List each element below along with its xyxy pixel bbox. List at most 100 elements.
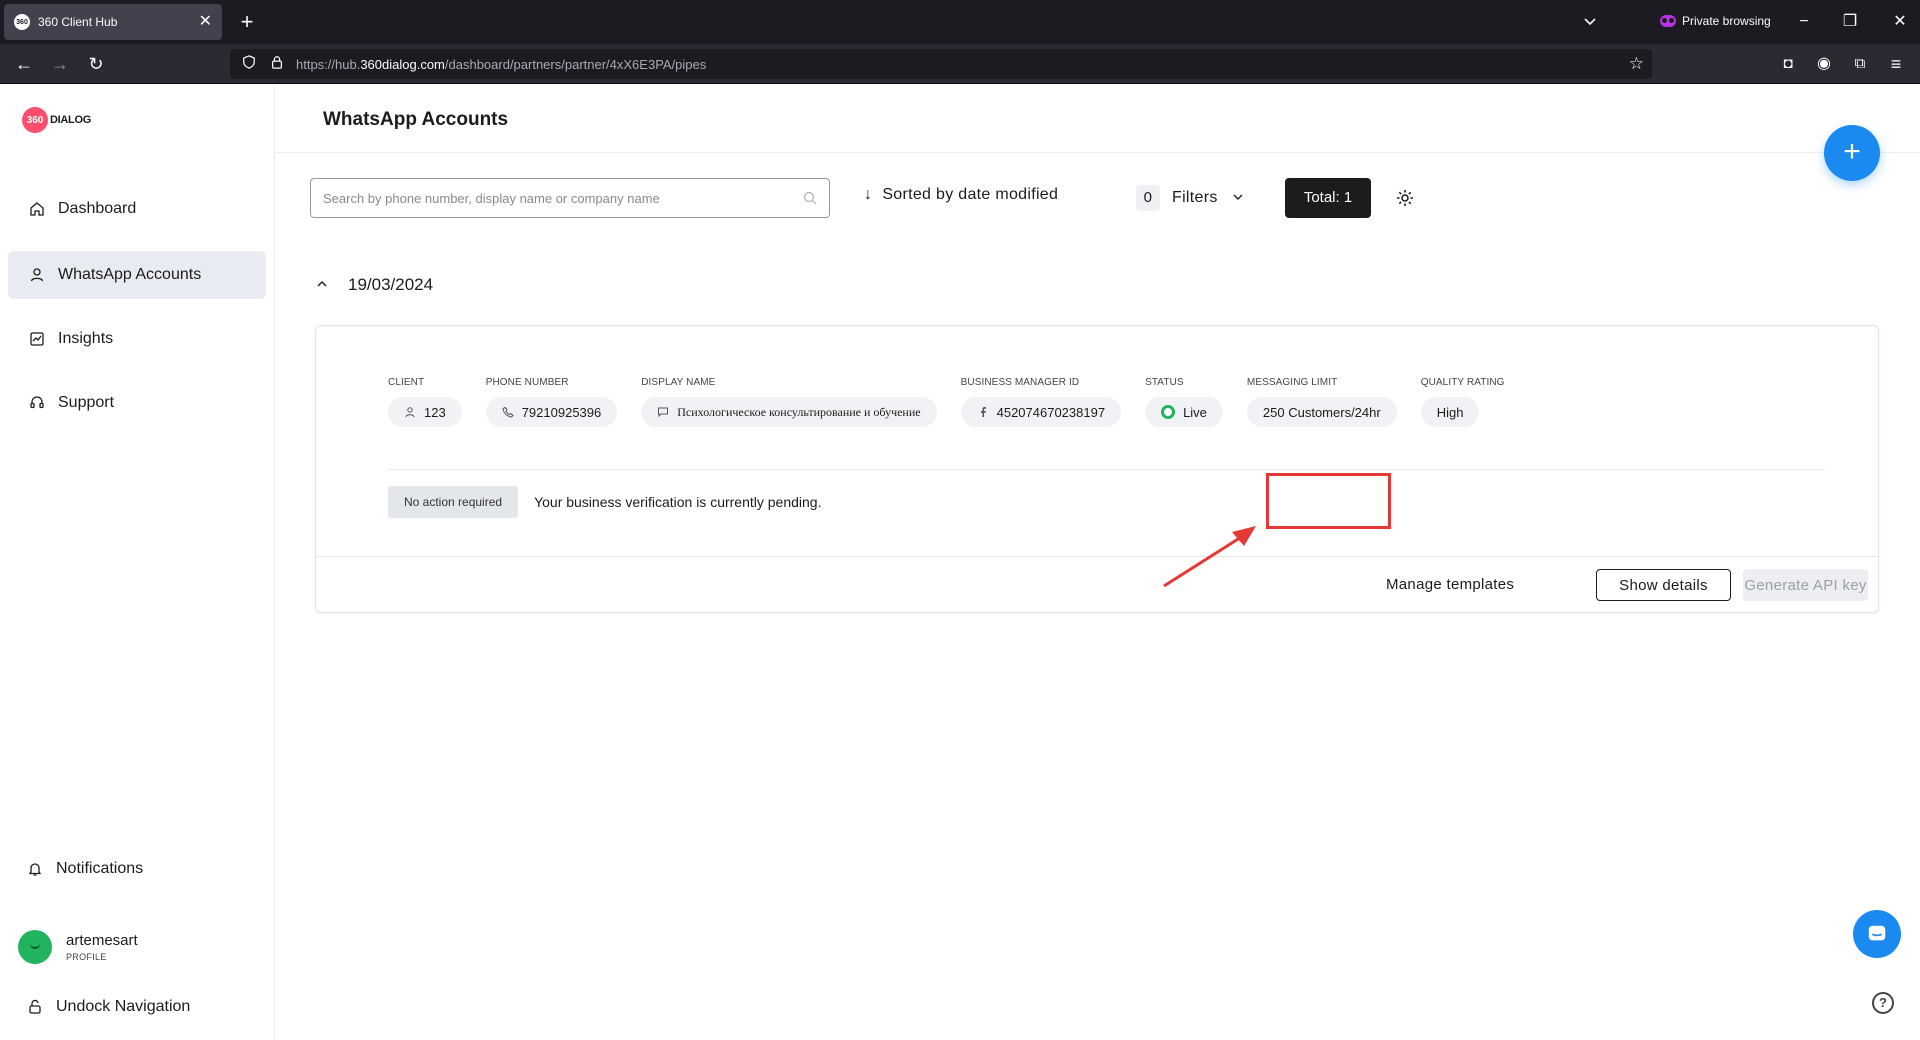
generate-api-key-button[interactable]: Generate API key (1743, 569, 1868, 601)
field-label: DISPLAY NAME (641, 377, 716, 388)
message-icon (657, 406, 669, 418)
lock-icon[interactable] (270, 55, 284, 74)
sidebar-item-insights[interactable]: Insights (8, 315, 266, 363)
business-manager-value: 452074670238197 (996, 404, 1106, 420)
main-content: WhatsApp Accounts + ↓ Sorted by date mod… (276, 85, 1920, 1040)
browser-nav-bar: ← → ↻ https://hub.360dialog.com/dashboar… (0, 44, 1920, 84)
field-business-manager-id: BUSINESS MANAGER ID 452074670238197 (960, 377, 1122, 427)
field-phone: PHONE NUMBER 79210925396 (485, 377, 618, 427)
filter-count-badge: 0 (1136, 185, 1160, 211)
account-icon[interactable]: ◉ (1812, 52, 1836, 76)
date-group-header[interactable]: 19/03/2024 (316, 275, 433, 295)
phone-value: 79210925396 (521, 404, 602, 420)
browser-tab[interactable]: 360 360 Client Hub ✕ (4, 4, 222, 40)
close-window-button[interactable]: ✕ (1888, 10, 1912, 34)
notifications-label: Notifications (56, 860, 144, 877)
status-badge: Live (1145, 397, 1223, 427)
account-fields: CLIENT 123 PHONE NUMBER 79210925396 DISP… (388, 377, 1529, 427)
undock-navigation-button[interactable]: Undock Navigation (6, 983, 264, 1031)
total-badge: Total: 1 (1285, 178, 1371, 218)
browser-tab-bar: 360 360 Client Hub ✕ + Private browsing … (0, 0, 1920, 44)
private-browsing-indicator: Private browsing (1660, 14, 1771, 28)
private-mask-icon (1660, 15, 1676, 27)
restore-button[interactable]: ❐ (1838, 10, 1862, 34)
page-title: WhatsApp Accounts (323, 109, 509, 130)
url-domain: 360dialog.com (360, 56, 445, 72)
gear-icon[interactable] (1395, 188, 1415, 208)
phone-icon (502, 406, 514, 418)
header-divider (276, 152, 1920, 153)
annotation-arrow-icon (1163, 526, 1256, 588)
date-group-label: 19/03/2024 (348, 275, 434, 294)
favicon-icon: 360 (14, 14, 30, 30)
notifications-button[interactable]: Notifications (6, 845, 264, 893)
logo-text: DIALOG (50, 114, 91, 126)
shield-icon[interactable] (242, 54, 256, 74)
forward-icon[interactable]: → (48, 52, 72, 76)
avatar (18, 930, 52, 964)
profile-sub-label: PROFILE (66, 952, 107, 962)
status-value: Live (1183, 404, 1207, 420)
user-icon (28, 266, 46, 284)
search-input[interactable] (323, 190, 803, 206)
close-tab-icon[interactable]: ✕ (199, 14, 212, 30)
search-box[interactable] (310, 178, 830, 218)
new-tab-button[interactable]: + (234, 9, 260, 35)
phone-chip: 79210925396 (485, 397, 618, 427)
private-browsing-label: Private browsing (1682, 14, 1771, 28)
bookmark-star-icon[interactable]: ☆ (1629, 54, 1644, 74)
show-details-button[interactable]: Show details (1596, 569, 1731, 601)
field-quality-rating: QUALITY RATING High (1420, 377, 1505, 427)
add-account-button[interactable]: + (1824, 125, 1880, 181)
card-footer-divider (316, 556, 1878, 557)
reload-icon[interactable]: ↻ (84, 52, 108, 76)
chart-icon (28, 330, 46, 348)
extensions-icon[interactable]: ⧉ (1848, 52, 1872, 76)
profile[interactable]: artemesart PROFILE (18, 930, 138, 964)
sidebar-item-label: Insights (58, 330, 114, 347)
sort-toggle[interactable]: ↓ Sorted by date modified (864, 186, 1058, 204)
quality-rating-chip: High (1420, 397, 1480, 427)
client-chip: 123 (388, 397, 462, 427)
chevron-up-icon[interactable] (316, 278, 328, 293)
unlock-icon (26, 998, 44, 1016)
field-label: PHONE NUMBER (485, 377, 569, 388)
minimize-button[interactable]: − (1792, 10, 1816, 34)
field-messaging-limit: MESSAGING LIMIT 250 Customers/24hr (1246, 377, 1397, 427)
tab-title: 360 Client Hub (38, 15, 118, 29)
chat-support-button[interactable] (1853, 910, 1901, 958)
logo[interactable]: 360 DIALOG (22, 107, 91, 133)
logo-mark: 360 (22, 107, 48, 133)
search-icon[interactable] (803, 191, 817, 205)
arrow-down-icon: ↓ (864, 186, 873, 203)
help-icon[interactable]: ? (1872, 992, 1894, 1014)
sidebar-item-label: Dashboard (58, 200, 137, 217)
card-divider (388, 469, 1825, 470)
profile-name: artemesart (66, 932, 138, 949)
field-display-name: DISPLAY NAME Психологическое консультиро… (641, 377, 937, 427)
undock-navigation-label: Undock Navigation (56, 998, 191, 1015)
meta-icon (977, 406, 989, 418)
url-bar[interactable]: https://hub.360dialog.com/dashboard/part… (230, 49, 1652, 79)
url-prefix: https://hub. (296, 56, 361, 72)
menu-icon[interactable]: ≡ (1884, 52, 1908, 76)
user-icon (404, 406, 416, 418)
sidebar-item-dashboard[interactable]: Dashboard (8, 185, 266, 233)
home-icon (28, 200, 46, 218)
sidebar-item-support[interactable]: Support (8, 379, 266, 427)
chevron-down-icon (1232, 191, 1244, 206)
manage-templates-link[interactable]: Manage templates (1386, 576, 1514, 593)
filters-dropdown[interactable]: 0 Filters (1136, 185, 1244, 211)
verification-notice: No action required Your business verific… (388, 486, 821, 518)
tab-list-chevron-icon[interactable] (1580, 12, 1600, 32)
account-card: CLIENT 123 PHONE NUMBER 79210925396 DISP… (315, 325, 1879, 613)
field-label: MESSAGING LIMIT (1246, 377, 1338, 388)
display-name-chip: Психологическое консультирование и обуче… (641, 397, 937, 427)
notice-tag: No action required (388, 486, 519, 518)
back-icon[interactable]: ← (12, 52, 36, 76)
sidebar-item-whatsapp-accounts[interactable]: WhatsApp Accounts (8, 251, 266, 299)
pocket-icon[interactable]: ◘ (1776, 52, 1800, 76)
url-text[interactable]: https://hub.360dialog.com/dashboard/part… (296, 57, 706, 72)
sidebar: 360 DIALOG Dashboard WhatsApp Accounts I… (0, 85, 275, 1040)
filters-label: Filters (1172, 189, 1218, 206)
